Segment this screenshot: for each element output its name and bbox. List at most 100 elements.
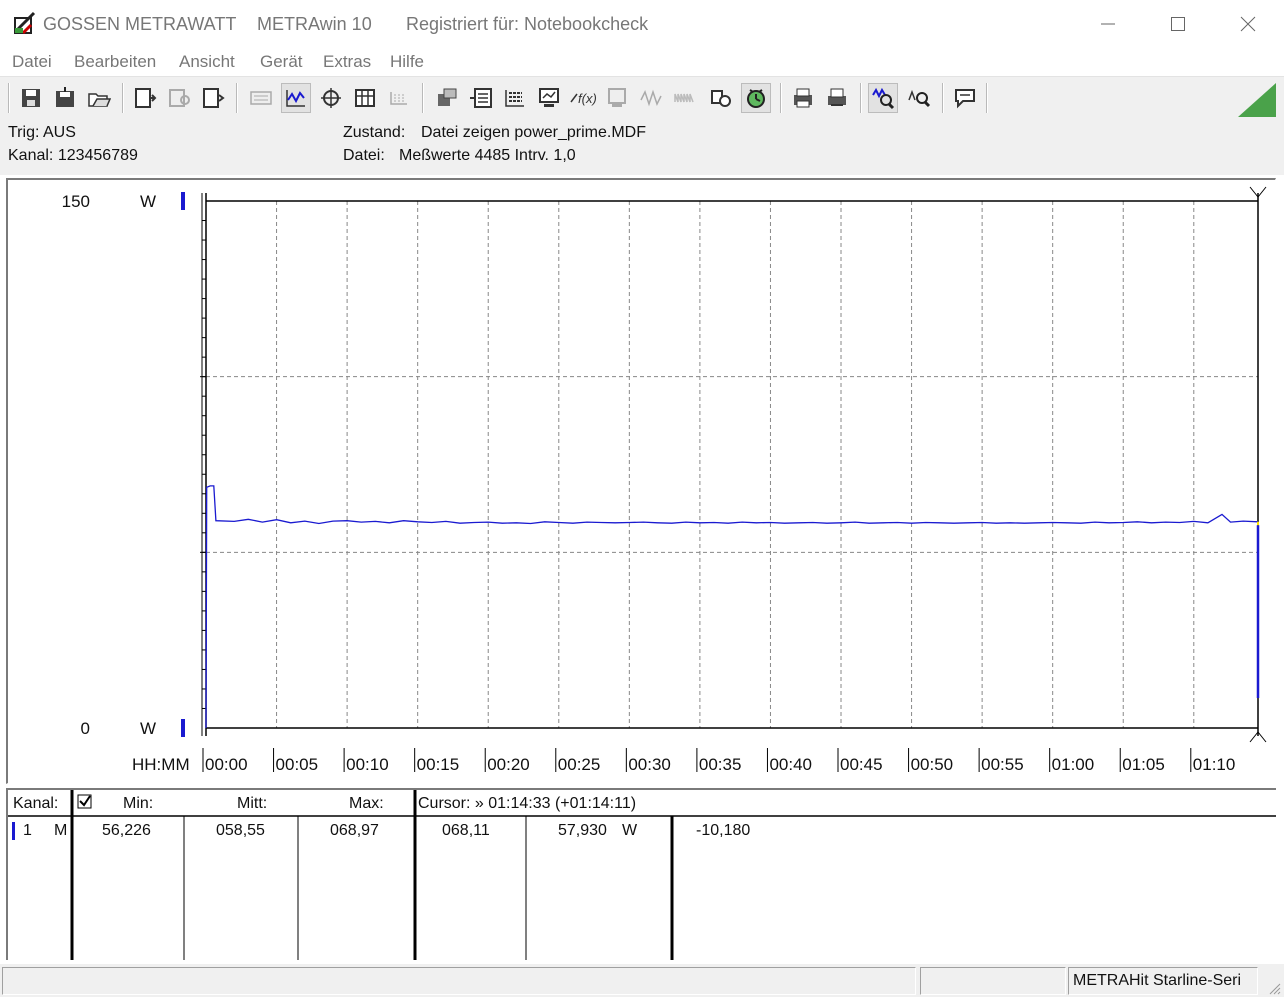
row-max-value: 068,97 — [330, 822, 379, 839]
save-as-button[interactable] — [50, 83, 80, 113]
status-panel-middle — [920, 967, 1066, 995]
table-header-min: Min: — [123, 795, 154, 812]
list-export-button[interactable] — [466, 83, 496, 113]
waveform-icon — [640, 89, 662, 107]
toolbar-separator — [236, 83, 238, 113]
row-channel-mode: M — [54, 822, 68, 839]
table-header-kanal: Kanal: — [13, 795, 59, 812]
menu-hilfe[interactable]: Hilfe — [390, 52, 424, 72]
device-send-button[interactable] — [198, 83, 228, 113]
y-axis-unit-bottom: W — [140, 719, 156, 738]
table-header-mitt: Mitt: — [237, 795, 268, 812]
x-tick-label: 00:55 — [981, 755, 1024, 774]
menu-datei[interactable]: Datei — [12, 52, 52, 72]
device-send-icon — [203, 88, 225, 108]
zoom-waveform-button[interactable] — [868, 83, 898, 113]
device-read-button[interactable] — [130, 83, 160, 113]
waveform-disabled-button[interactable] — [670, 83, 700, 113]
menu-ansicht[interactable]: Ansicht — [179, 52, 235, 72]
row-unit: W — [622, 822, 638, 839]
file-value: Meßwerte 4485 Intrv. 1,0 — [399, 147, 576, 164]
window-registration: Registriert für: Notebookcheck — [406, 14, 649, 34]
save-as-icon — [56, 87, 74, 107]
data-list-icon — [505, 90, 524, 107]
chart-panel: 00:00 00:05 00:10 00:15 00:20 00:25 00:30 00:35… — [6, 178, 1276, 784]
message-icon — [955, 89, 975, 109]
power-chart: 00:00 00:05 00:10 00:15 00:20 00:25 00:30 00:35… — [62, 186, 1267, 774]
brand-triangle-icon — [1238, 83, 1276, 117]
trigger-status: Trig: AUS — [8, 124, 76, 141]
x-tick-label: 00:50 — [911, 755, 954, 774]
status-panel-device: METRAHit Starline-Seri — [1068, 967, 1258, 995]
clock-icon — [747, 89, 765, 108]
x-tick-label: 00:25 — [558, 755, 601, 774]
save-button[interactable] — [16, 83, 46, 113]
channel-scale-marker-bottom — [181, 719, 185, 737]
open-button[interactable] — [84, 83, 114, 113]
device-config-icon — [169, 89, 190, 107]
status-bar: METRAHit Starline-Seri — [0, 964, 1284, 997]
x-tick-label: 00:45 — [840, 755, 883, 774]
menu-bearbeiten[interactable]: Bearbeiten — [74, 52, 156, 72]
x-tick-label: 00:00 — [205, 755, 248, 774]
keyboard-icon — [250, 91, 272, 105]
toolbar-separator — [780, 83, 782, 113]
zoom-waveform-icon — [872, 87, 895, 110]
formula-button[interactable]: f(x) — [568, 83, 598, 113]
data-list-button[interactable] — [500, 83, 530, 113]
x-tick-label: 01:10 — [1193, 755, 1236, 774]
toolbar-separator — [860, 83, 862, 113]
window-app-name: METRAwin 10 — [257, 14, 372, 34]
measure-mode-icon — [286, 90, 305, 107]
x-tick-label: 00:15 — [417, 755, 460, 774]
print-button[interactable] — [822, 83, 852, 113]
x-axis-label: HH:MM — [132, 755, 190, 774]
grid-icon — [390, 92, 407, 105]
grid-button[interactable] — [384, 83, 414, 113]
y-axis-unit-top: W — [140, 192, 156, 211]
message-button[interactable] — [950, 83, 980, 113]
clock-button[interactable] — [741, 83, 771, 113]
display-icon — [608, 88, 626, 107]
keyboard-button[interactable] — [246, 83, 276, 113]
export-button[interactable] — [432, 83, 462, 113]
info-bar: Trig: AUS Kanal: 123456789 Zustand: Date… — [0, 119, 1284, 175]
row-min-value: 56,226 — [102, 822, 151, 839]
table-icon — [355, 89, 375, 107]
table-header-max: Max: — [349, 795, 384, 812]
target-button[interactable] — [316, 83, 346, 113]
measure-mode-button[interactable] — [281, 83, 311, 113]
menu-extras[interactable]: Extras — [323, 52, 371, 72]
row-current-value: 57,930 — [558, 822, 607, 839]
minimize-icon — [1101, 23, 1115, 25]
resize-grip-icon[interactable] — [1266, 980, 1282, 996]
toolbar-separator — [8, 83, 10, 113]
target-icon — [321, 88, 341, 108]
device-config-button[interactable] — [164, 83, 194, 113]
minimize-button[interactable] — [1073, 0, 1143, 48]
x-tick-label: 00:10 — [346, 755, 389, 774]
channel-table-grid — [8, 790, 1276, 960]
save-icon — [22, 89, 40, 107]
channel-color-marker — [12, 822, 15, 840]
power-series-line — [205, 485, 1259, 729]
computer-button[interactable] — [534, 83, 564, 113]
maximize-button[interactable] — [1143, 0, 1213, 48]
sensor-button[interactable] — [706, 83, 736, 113]
x-tick-label: 00:40 — [769, 755, 812, 774]
close-button[interactable] — [1213, 0, 1283, 48]
sensor-icon — [711, 90, 731, 107]
maximize-icon — [1171, 17, 1185, 31]
app-logo-icon — [14, 11, 36, 35]
channel-table: Kanal: Min: Mitt: Max: Cursor: » 01:14:3… — [6, 788, 1276, 960]
x-tick-label: 01:00 — [1052, 755, 1095, 774]
row-delta-value: -10,180 — [696, 822, 751, 839]
open-folder-icon — [88, 93, 111, 107]
table-button[interactable] — [350, 83, 380, 113]
display-button[interactable] — [602, 83, 632, 113]
x-tick-label: 00:35 — [699, 755, 742, 774]
zoom-button[interactable] — [904, 83, 934, 113]
menu-geraet[interactable]: Gerät — [260, 52, 303, 72]
waveform-button[interactable] — [636, 83, 666, 113]
print-preview-button[interactable] — [788, 83, 818, 113]
